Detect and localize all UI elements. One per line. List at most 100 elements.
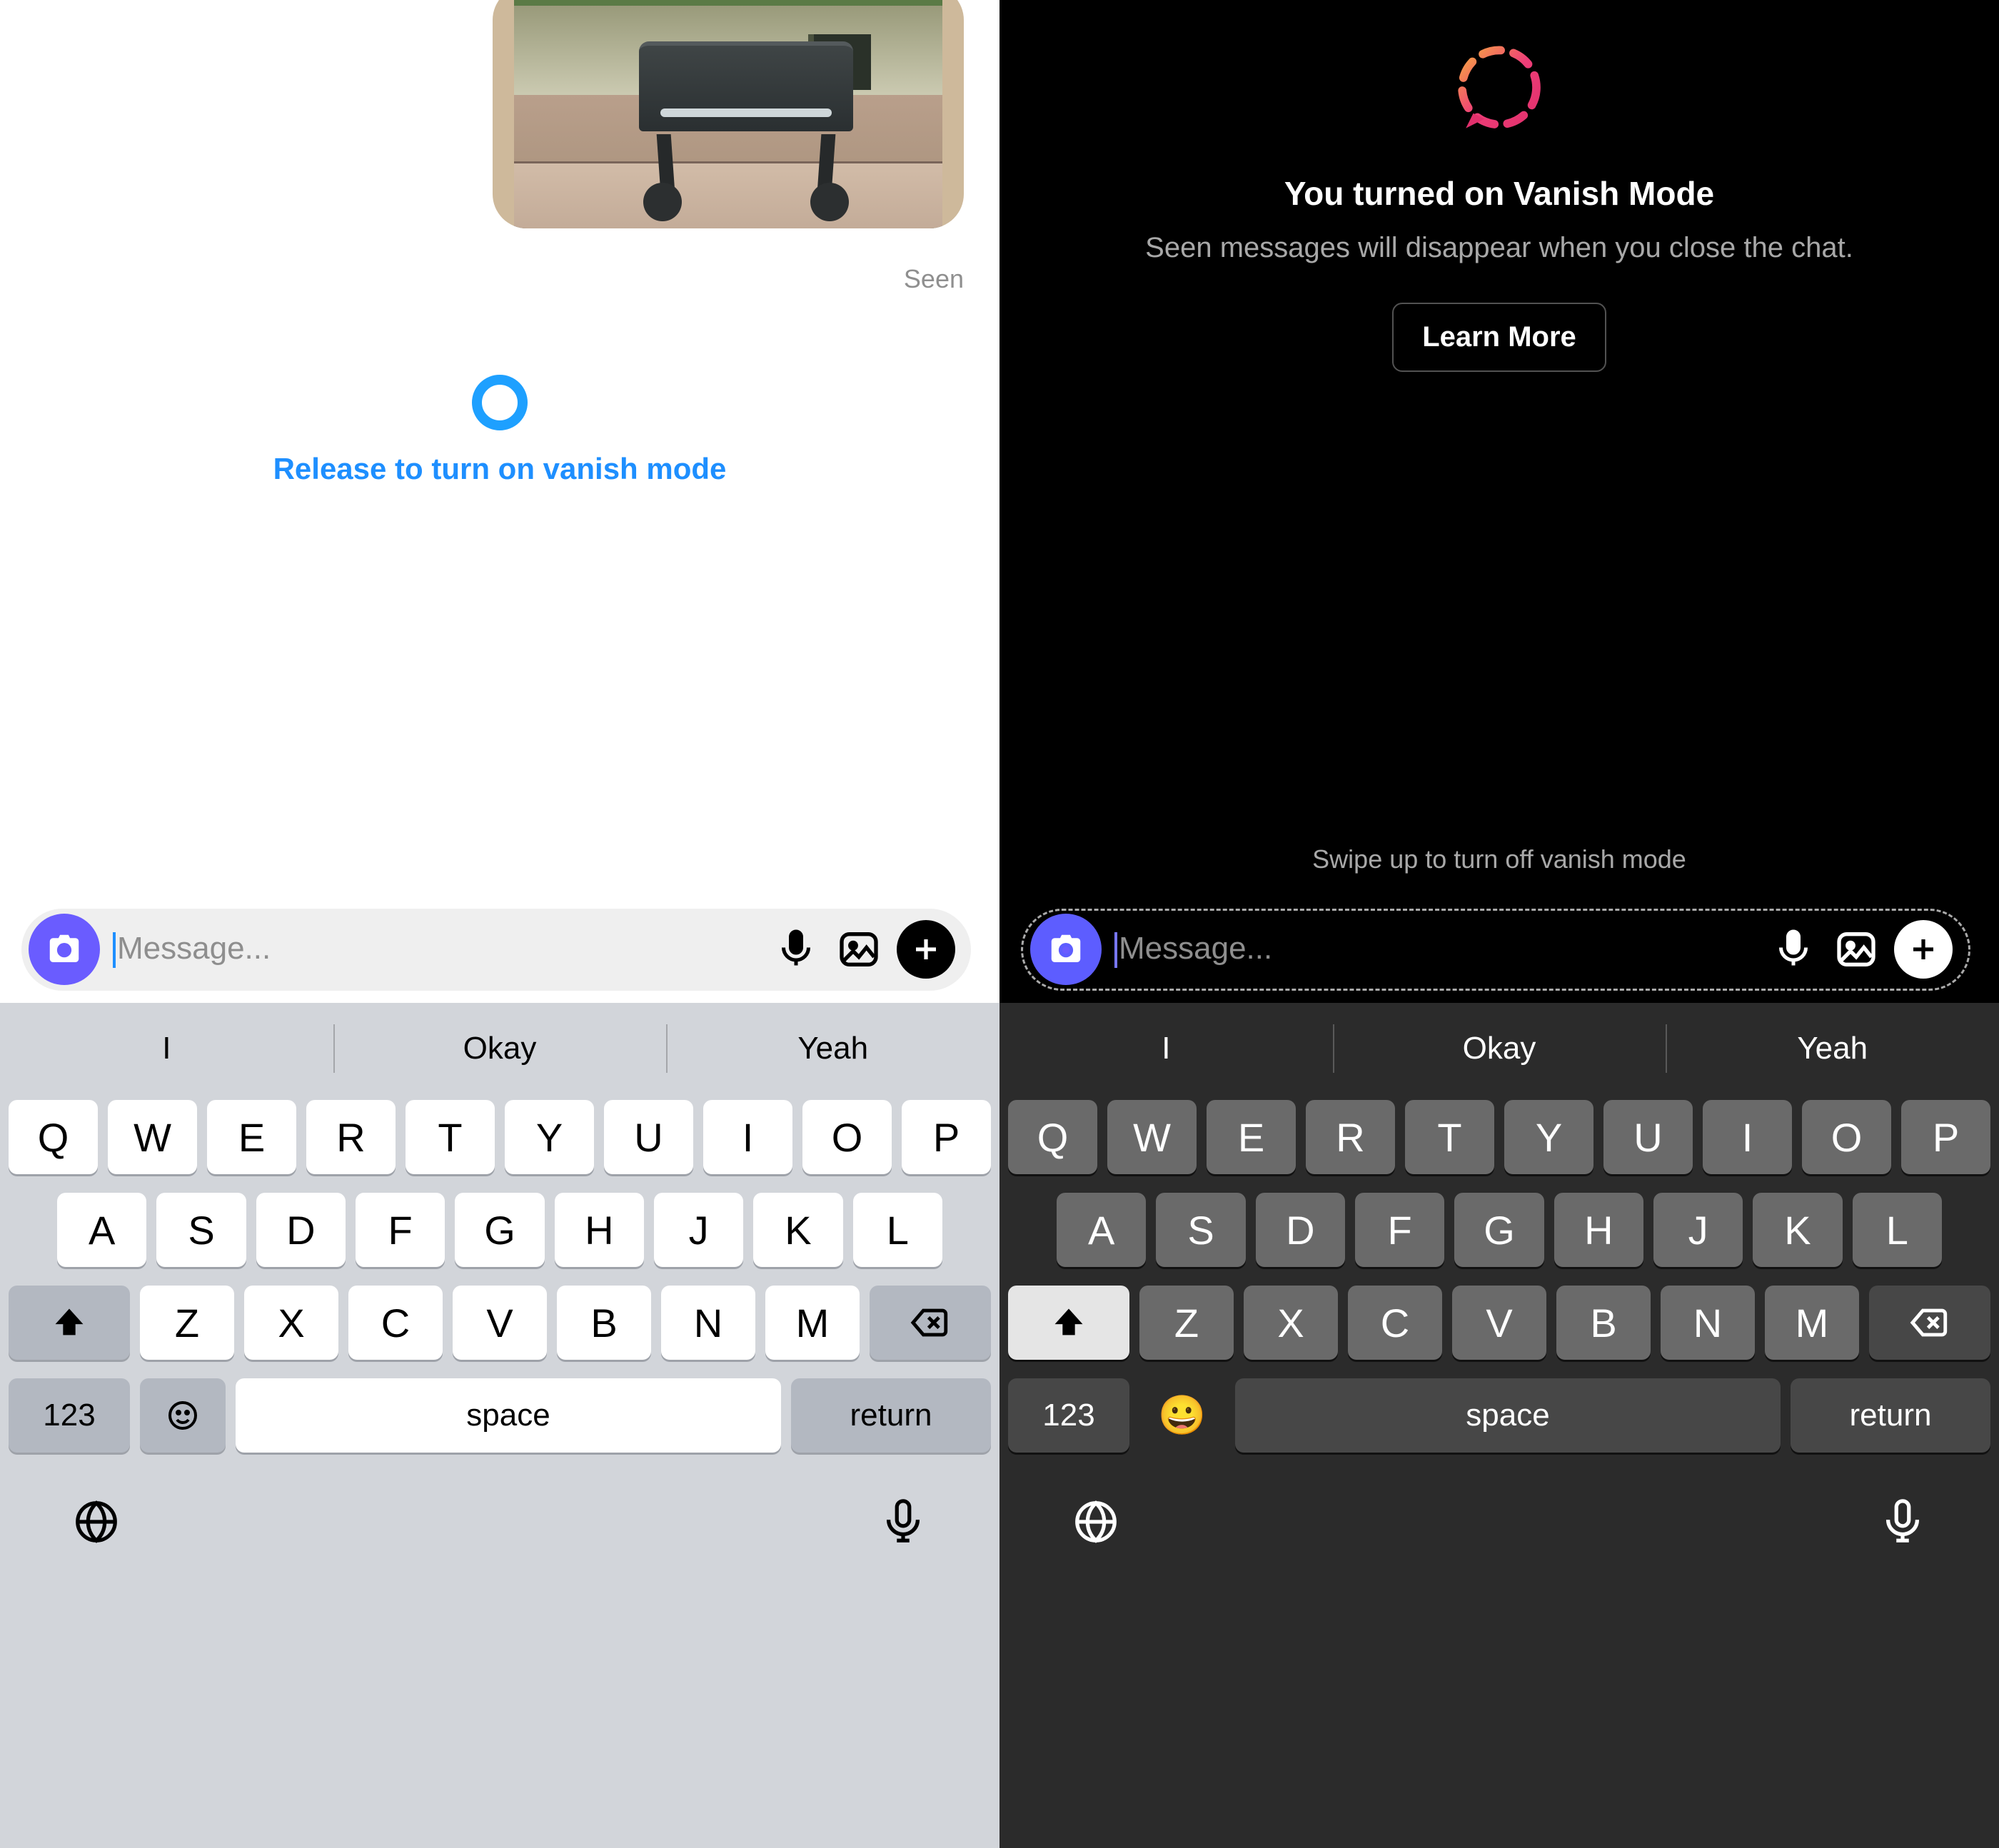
suggestion-1[interactable]: Okay [1333, 1003, 1666, 1094]
key-X[interactable]: X [1244, 1286, 1338, 1360]
key-E[interactable]: E [1207, 1100, 1296, 1174]
suggestion-2[interactable]: Yeah [1666, 1003, 1999, 1094]
left-pane: SeenRelease to turn on vanish mode Messag… [0, 0, 1000, 1848]
space-key[interactable]: space [236, 1378, 781, 1453]
chat-area[interactable]: SeenRelease to turn on vanish mode [0, 0, 1000, 896]
key-I[interactable]: I [1703, 1100, 1792, 1174]
key-O[interactable]: O [1802, 1100, 1891, 1174]
key-C[interactable]: C [348, 1286, 443, 1360]
key-M[interactable]: M [765, 1286, 860, 1360]
voice-message-button[interactable] [1768, 924, 1818, 974]
key-W[interactable]: W [108, 1100, 197, 1174]
key-Q[interactable]: Q [9, 1100, 98, 1174]
key-A[interactable]: A [1057, 1193, 1146, 1267]
emoji-key[interactable] [140, 1378, 226, 1453]
key-V[interactable]: V [1452, 1286, 1546, 1360]
key-B[interactable]: B [1556, 1286, 1651, 1360]
key-G[interactable]: G [455, 1193, 544, 1267]
suggestion-2[interactable]: Yeah [666, 1003, 1000, 1094]
voice-message-button[interactable] [771, 924, 821, 974]
vanish-mode-icon [1453, 43, 1546, 136]
right-pane: You turned on Vanish ModeSeen messages w… [1000, 0, 1999, 1848]
key-R[interactable]: R [1306, 1100, 1395, 1174]
key-U[interactable]: U [604, 1100, 693, 1174]
key-J[interactable]: J [654, 1193, 743, 1267]
camera-button[interactable] [1030, 914, 1102, 985]
key-C[interactable]: C [1348, 1286, 1442, 1360]
key-E[interactable]: E [207, 1100, 296, 1174]
vanish-mode-title: You turned on Vanish Mode [1284, 174, 1714, 213]
shift-key[interactable] [9, 1286, 130, 1360]
space-key[interactable]: space [1235, 1378, 1781, 1453]
key-L[interactable]: L [1853, 1193, 1942, 1267]
dictation-icon[interactable] [878, 1497, 928, 1550]
key-F[interactable]: F [356, 1193, 445, 1267]
key-O[interactable]: O [802, 1100, 892, 1174]
emoji-key[interactable]: 😀 [1139, 1378, 1225, 1453]
key-N[interactable]: N [661, 1286, 755, 1360]
more-actions-button[interactable] [1894, 920, 1953, 979]
key-S[interactable]: S [156, 1193, 246, 1267]
shift-key[interactable] [1008, 1286, 1129, 1360]
key-R[interactable]: R [306, 1100, 396, 1174]
key-Z[interactable]: Z [140, 1286, 234, 1360]
key-N[interactable]: N [1661, 1286, 1755, 1360]
numeric-key[interactable]: 123 [1008, 1378, 1129, 1453]
key-G[interactable]: G [1454, 1193, 1544, 1267]
key-A[interactable]: A [57, 1193, 146, 1267]
key-J[interactable]: J [1653, 1193, 1743, 1267]
key-K[interactable]: K [753, 1193, 842, 1267]
dictation-icon[interactable] [1878, 1497, 1928, 1550]
key-K[interactable]: K [1753, 1193, 1842, 1267]
more-actions-button[interactable] [897, 920, 955, 979]
key-M[interactable]: M [1765, 1286, 1859, 1360]
key-P[interactable]: P [902, 1100, 991, 1174]
return-key[interactable]: return [1791, 1378, 1990, 1453]
vanish-mode-area[interactable]: You turned on Vanish ModeSeen messages w… [1000, 0, 1999, 896]
camera-button[interactable] [29, 914, 100, 985]
suggestion-0[interactable]: I [1000, 1003, 1333, 1094]
keyboard-bottom-bar [0, 1471, 1000, 1575]
key-H[interactable]: H [1554, 1193, 1643, 1267]
message-input-pill[interactable]: Message... [21, 909, 971, 991]
key-P[interactable]: P [1901, 1100, 1990, 1174]
key-T[interactable]: T [406, 1100, 495, 1174]
key-S[interactable]: S [1156, 1193, 1245, 1267]
message-input[interactable]: Message... [113, 931, 758, 968]
return-key[interactable]: return [791, 1378, 991, 1453]
key-Y[interactable]: Y [505, 1100, 594, 1174]
message-input[interactable]: Message... [1114, 931, 1756, 968]
key-T[interactable]: T [1405, 1100, 1494, 1174]
backspace-key[interactable] [870, 1286, 991, 1360]
learn-more-button[interactable]: Learn More [1392, 303, 1606, 372]
key-U[interactable]: U [1603, 1100, 1693, 1174]
key-D[interactable]: D [256, 1193, 346, 1267]
key-D[interactable]: D [1256, 1193, 1345, 1267]
key-W[interactable]: W [1107, 1100, 1197, 1174]
gallery-button[interactable] [834, 924, 884, 974]
message-input-bar: Message... [1000, 896, 1999, 1003]
numeric-key[interactable]: 123 [9, 1378, 130, 1453]
suggestion-1[interactable]: Okay [333, 1003, 667, 1094]
backspace-key[interactable] [1869, 1286, 1990, 1360]
key-B[interactable]: B [557, 1286, 651, 1360]
key-H[interactable]: H [555, 1193, 644, 1267]
key-X[interactable]: X [244, 1286, 338, 1360]
sent-image-message[interactable] [493, 0, 964, 228]
suggestion-0[interactable]: I [0, 1003, 333, 1094]
key-I[interactable]: I [703, 1100, 792, 1174]
key-L[interactable]: L [853, 1193, 942, 1267]
swipe-off-hint: Swipe up to turn off vanish mode [1000, 844, 1999, 874]
key-Q[interactable]: Q [1008, 1100, 1097, 1174]
key-Y[interactable]: Y [1504, 1100, 1593, 1174]
gallery-button[interactable] [1831, 924, 1881, 974]
vanish-mode-prompt: Release to turn on vanish mode [0, 375, 1000, 486]
key-V[interactable]: V [453, 1286, 547, 1360]
keyboard: IOkayYeahQWERTYUIOPASDFGHJKLZXCVBNM123sp… [0, 1003, 1000, 1848]
key-F[interactable]: F [1355, 1193, 1444, 1267]
message-input-pill[interactable]: Message... [1021, 909, 1970, 991]
globe-icon[interactable] [1071, 1497, 1121, 1550]
message-input-bar: Message... [0, 896, 1000, 1003]
key-Z[interactable]: Z [1139, 1286, 1234, 1360]
globe-icon[interactable] [71, 1497, 121, 1550]
